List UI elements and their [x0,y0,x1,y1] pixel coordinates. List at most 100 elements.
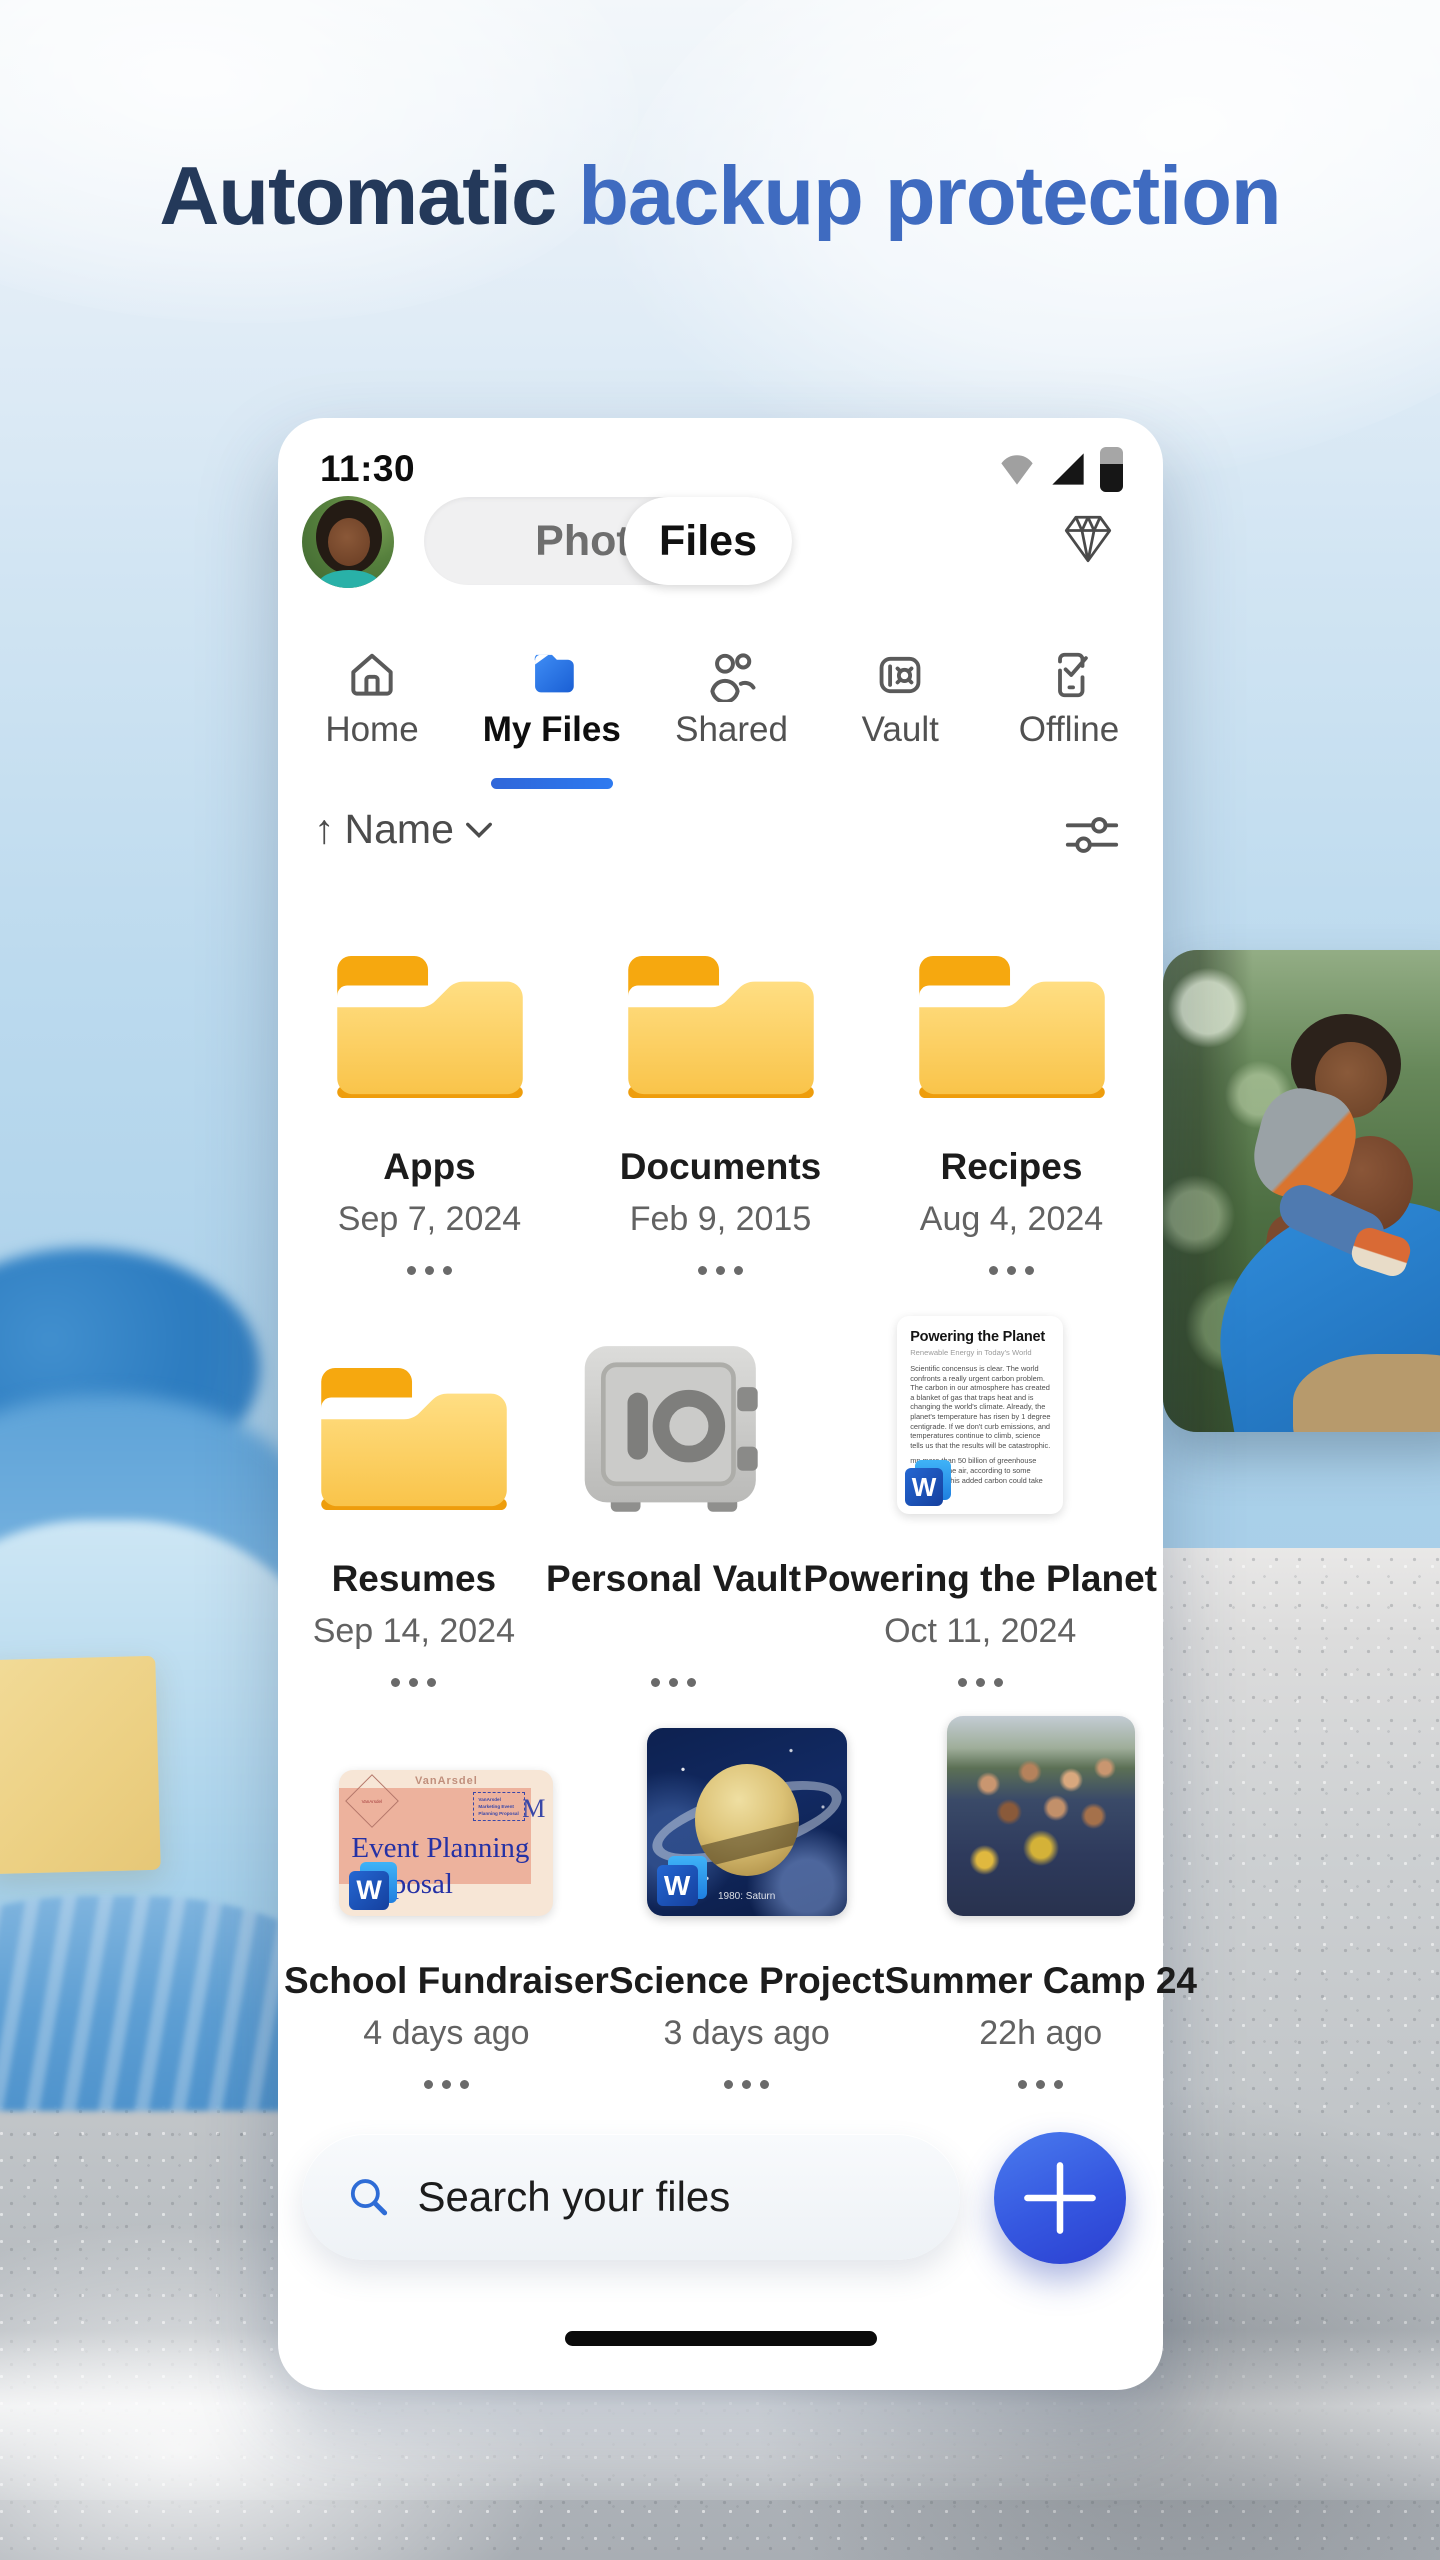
file-name: Recipes [941,1146,1083,1188]
app-header: Photos Files [300,494,1123,590]
tile-personal-vault[interactable]: Personal Vault [544,1304,804,1687]
doc-title: Powering the Planet [910,1329,1052,1345]
file-date: Sep 7, 2024 [338,1200,521,1240]
avatar-shirt [318,570,380,588]
file-name: Resumes [332,1558,497,1600]
folder-icon [523,640,581,702]
tile-science-project[interactable]: 1980: Saturn W Science Project 3 days ag… [609,1704,885,2089]
chevron-down-icon [464,820,494,840]
page-title: Automatic backup protection [0,148,1440,244]
word-document-preview: Powering the Planet Renewable Energy in … [897,1316,1063,1514]
search-icon [346,2171,391,2223]
folder-icon [315,1364,513,1514]
more-options-button[interactable] [391,1678,436,1687]
tab-my-files[interactable]: My Files [477,640,627,775]
word-icon: W [349,1862,397,1910]
more-options-button[interactable] [958,1678,1003,1687]
tab-shared[interactable]: Shared [668,640,796,775]
safe-icon [581,1342,767,1514]
search-input[interactable] [417,2173,916,2221]
doc-watermark: M [522,1794,545,1824]
saturn-planet [695,1764,799,1876]
tab-vault[interactable]: Vault [836,640,964,775]
tab-label: Shared [675,710,788,750]
tab-label: My Files [483,710,621,750]
premium-diamond-icon[interactable] [1059,510,1117,568]
more-options-button[interactable] [1018,2080,1063,2089]
tile-apps[interactable]: Apps Sep 7, 2024 [284,938,575,1275]
more-options-button[interactable] [651,1678,696,1687]
file-date: Sep 14, 2024 [313,1612,515,1652]
tab-home[interactable]: Home [308,640,436,775]
file-name: School Fundraiser [284,1960,609,2002]
status-icons [998,446,1123,492]
filter-options-icon[interactable] [1063,810,1121,860]
more-options-button[interactable] [424,2080,469,2089]
tile-recipes[interactable]: Recipes Aug 4, 2024 [866,938,1157,1275]
doc-subtitle: Renewable Energy in Today's World [910,1348,1052,1357]
yellow-fabric-square [0,1656,161,1874]
doc-body: Scientific concensus is clear. The world… [910,1364,1052,1450]
folder-icon [331,952,529,1102]
folder-icon [622,952,820,1102]
people-icon [704,640,760,702]
sort-selector[interactable]: ↑ Name [314,806,494,853]
vault-icon [873,640,927,702]
more-options-button[interactable] [698,1266,743,1275]
avatar[interactable] [302,496,394,588]
file-grid-row: Resumes Sep 14, 2024 Personal Vault [284,1304,1157,1687]
word-icon: W [657,1856,707,1906]
home-indicator[interactable] [565,2331,877,2346]
folder-icon [913,952,1111,1102]
photos-files-toggle[interactable]: Photos Files [424,497,792,585]
plus-icon [1014,2152,1106,2244]
add-button[interactable] [994,2132,1126,2264]
wifi-icon [998,451,1036,487]
tab-bar: Home My Files [308,640,1133,775]
toggle-files[interactable]: Files [624,497,792,585]
word-document-preview: 1980: Saturn W [647,1728,847,1916]
file-name: Science Project [609,1960,885,2002]
tile-powering-the-planet[interactable]: Powering the Planet Renewable Energy in … [803,1304,1157,1687]
file-date: 3 days ago [663,2014,829,2054]
title-dark-part: Automatic [159,149,556,242]
file-name: Documents [620,1146,821,1188]
doc-heading: Event Planning [351,1832,529,1865]
more-options-button[interactable] [407,1266,452,1275]
tile-summer-camp[interactable]: Summer Camp 24 22h ago [884,1704,1197,2089]
tab-offline[interactable]: Offline [1005,640,1133,775]
clock: 11:30 [320,448,415,490]
file-date: Oct 11, 2024 [884,1612,1076,1652]
doc-info-table: VanArsdel Marketing Event Planning Propo… [473,1792,525,1821]
tab-label: Vault [862,710,939,750]
active-tab-indicator [491,778,613,789]
file-date: Feb 9, 2015 [630,1200,811,1240]
photo-preview [947,1716,1135,1916]
tile-school-fundraiser[interactable]: VanArsdel VanArsdel VanArsdel Marketing … [284,1704,609,2089]
tab-label: Offline [1019,710,1120,750]
tile-documents[interactable]: Documents Feb 9, 2015 [575,938,866,1275]
file-grid-row: Apps Sep 7, 2024 Documents Feb 9, 2015 [284,938,1157,1275]
file-name: Personal Vault [546,1558,801,1600]
word-document-preview: VanArsdel VanArsdel VanArsdel Marketing … [339,1770,553,1916]
file-name: Apps [383,1146,476,1188]
marketing-screenshot: Automatic backup protection 11:30 [0,0,1440,2560]
file-name: Powering the Planet [803,1558,1157,1600]
sort-ascending-icon: ↑ [314,806,335,853]
phone-mockup: 11:30 Photos Files [278,418,1163,2390]
tab-label: Home [325,710,418,750]
file-date: Aug 4, 2024 [920,1200,1103,1240]
sort-label: Name [345,806,454,853]
file-name: Summer Camp 24 [884,1960,1197,2002]
more-options-button[interactable] [989,1266,1034,1275]
file-grid-row: VanArsdel VanArsdel VanArsdel Marketing … [284,1704,1157,2089]
search-bar[interactable] [302,2134,960,2260]
status-bar: 11:30 [320,442,1123,494]
file-date: 4 days ago [363,2014,529,2054]
cellular-signal-icon [1049,451,1087,487]
sort-filter-row: ↑ Name [314,806,1121,862]
more-options-button[interactable] [724,2080,769,2089]
tile-resumes[interactable]: Resumes Sep 14, 2024 [284,1304,544,1687]
home-icon [344,640,400,702]
avatar-face [328,518,370,566]
